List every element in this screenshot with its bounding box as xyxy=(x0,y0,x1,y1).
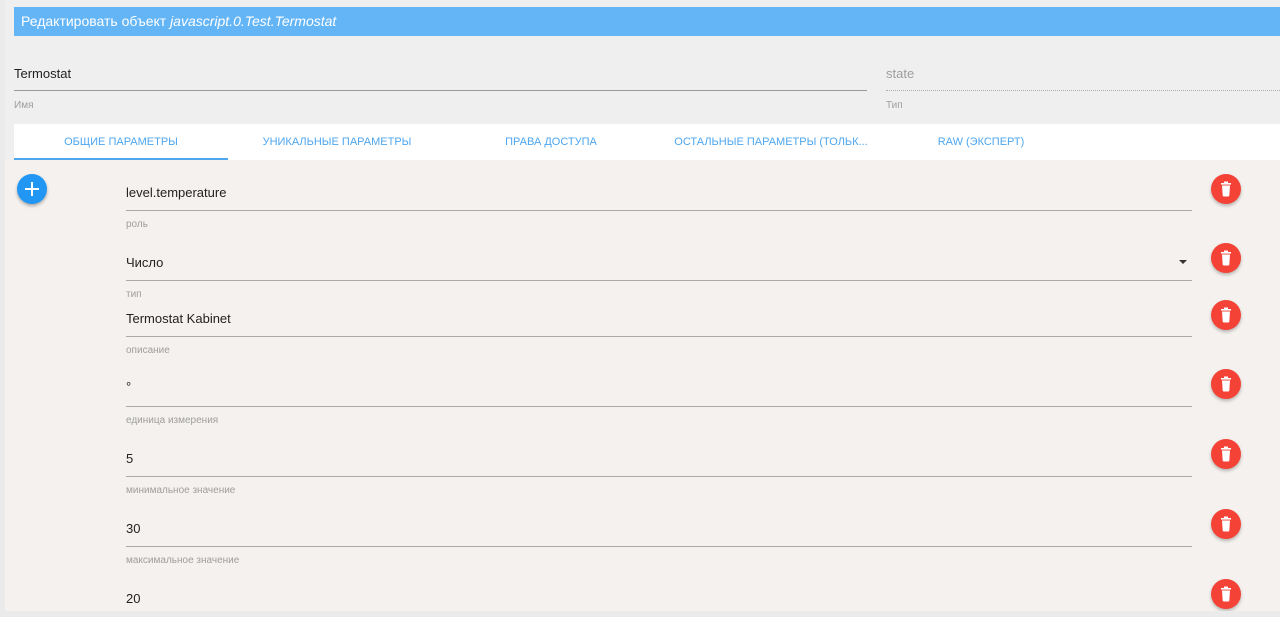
trash-icon xyxy=(1221,250,1231,266)
object-type-underline xyxy=(886,90,1280,91)
type-select[interactable]: Число xyxy=(126,255,163,270)
delete-max-button[interactable] xyxy=(1211,509,1241,539)
trash-icon xyxy=(1221,446,1231,462)
tab-access-rights[interactable]: ПРАВА ДОСТУПА xyxy=(446,124,656,160)
max-label: максимальное значение xyxy=(126,555,240,566)
role-underline xyxy=(126,210,1192,211)
delete-min-button[interactable] xyxy=(1211,439,1241,469)
caret-down-icon[interactable] xyxy=(1179,260,1187,264)
common-params-panel: level.temperature роль Число тип Termost… xyxy=(5,160,1280,611)
min-input[interactable]: 5 xyxy=(126,451,133,466)
add-attribute-button[interactable] xyxy=(17,174,47,204)
tab-raw[interactable]: RAW (ЭКСПЕРТ) xyxy=(886,124,1076,160)
description-input[interactable]: Termostat Kabinet xyxy=(126,311,231,326)
object-name-label: Имя xyxy=(14,100,34,111)
unit-input[interactable]: ° xyxy=(126,379,131,394)
role-label: роль xyxy=(126,219,148,230)
tab-common[interactable]: ОБЩИЕ ПАРАМЕТРЫ xyxy=(14,124,228,160)
max-underline xyxy=(126,546,1192,547)
tab-other[interactable]: ОСТАЛЬНЫЕ ПАРАМЕТРЫ (ТОЛЬК... xyxy=(656,124,886,160)
description-label: описание xyxy=(126,345,170,356)
description-underline xyxy=(126,336,1192,337)
min-underline xyxy=(126,476,1192,477)
min-label: минимальное значение xyxy=(126,485,236,496)
delete-role-button[interactable] xyxy=(1211,174,1241,204)
tab-unique[interactable]: УНИКАЛЬНЫЕ ПАРАМЕТРЫ xyxy=(228,124,446,160)
plus-icon xyxy=(25,182,39,196)
object-name-field[interactable]: Termostat Имя xyxy=(14,0,867,120)
trash-icon xyxy=(1221,181,1231,197)
type-label: тип xyxy=(126,289,142,300)
unit-underline xyxy=(126,406,1192,407)
max-input[interactable]: 30 xyxy=(126,521,140,536)
trash-icon xyxy=(1221,586,1231,602)
delete-description-button[interactable] xyxy=(1211,300,1241,330)
object-type-label: Тип xyxy=(886,100,903,111)
object-name-input[interactable]: Termostat xyxy=(14,66,71,81)
tab-bar: ОБЩИЕ ПАРАМЕТРЫ УНИКАЛЬНЫЕ ПАРАМЕТРЫ ПРА… xyxy=(14,124,1280,160)
type-underline xyxy=(126,280,1192,281)
delete-unit-button[interactable] xyxy=(1211,369,1241,399)
delete-type-button[interactable] xyxy=(1211,243,1241,273)
object-name-underline xyxy=(14,90,867,91)
unit-label: единица измерения xyxy=(126,415,219,426)
object-type-value: state xyxy=(886,66,915,81)
trash-icon xyxy=(1221,516,1231,532)
role-input[interactable]: level.temperature xyxy=(126,185,226,200)
trash-icon xyxy=(1221,376,1231,392)
delete-default-button[interactable] xyxy=(1211,579,1241,609)
default-input[interactable]: 20 xyxy=(126,591,140,606)
object-type-field: state Тип xyxy=(886,0,1280,120)
trash-icon xyxy=(1221,307,1231,323)
